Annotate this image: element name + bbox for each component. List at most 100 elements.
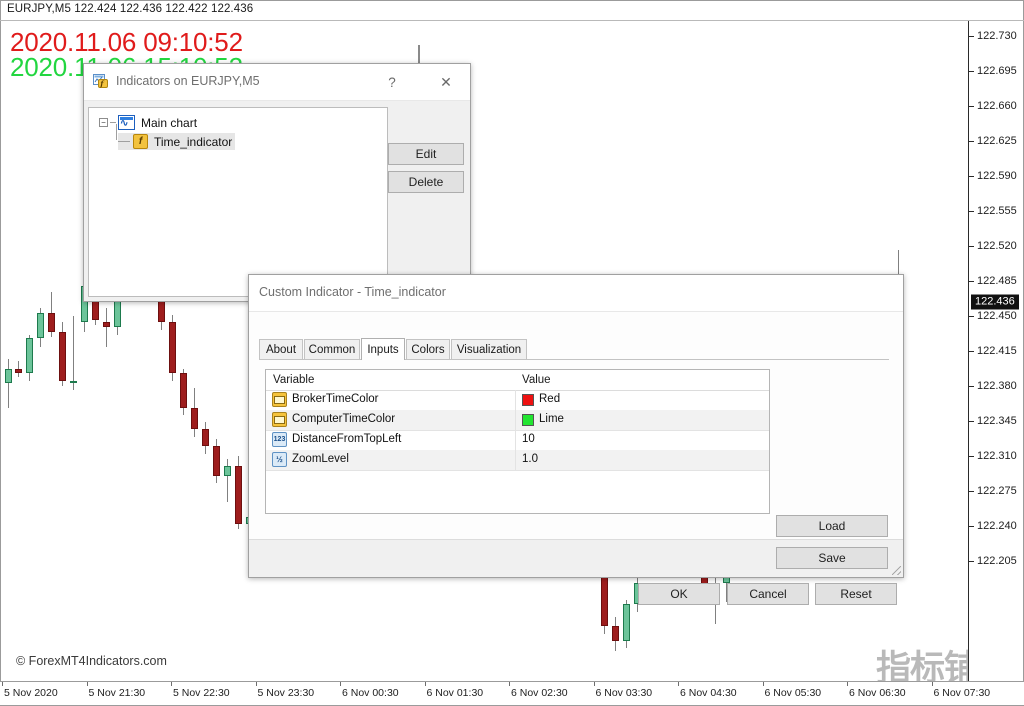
price-axis-label: 122.555: [977, 205, 1017, 217]
indicators-dialog[interactable]: f Indicators on EURJPY,M5 ? ✕ − ∿ Main c…: [83, 63, 471, 302]
candle-wick: [8, 359, 9, 408]
price-axis-label: 122.590: [977, 170, 1017, 182]
int-param-icon: 123: [272, 432, 287, 447]
inputs-grid-row[interactable]: 123 DistanceFromTopLeft 10: [266, 430, 769, 451]
inputs-value[interactable]: Red: [539, 393, 560, 405]
tab-visualization[interactable]: Visualization: [451, 339, 527, 359]
inputs-variable-name: ComputerTimeColor: [292, 413, 395, 425]
time-axis-label: 5 Nov 22:30: [173, 687, 230, 699]
tab-inputs[interactable]: Inputs: [361, 338, 405, 360]
tab-colors[interactable]: Colors: [406, 339, 450, 359]
price-axis-tick: [969, 491, 974, 492]
reset-button[interactable]: Reset: [815, 583, 897, 605]
indicators-dialog-body: − ∿ Main chart f Time_indicator Edit Del…: [84, 101, 470, 301]
price-axis-tick: [969, 456, 974, 457]
price-axis-label: 122.275: [977, 485, 1017, 497]
price-axis-label: 122.240: [977, 520, 1017, 532]
custom-indicator-titlebar[interactable]: Custom Indicator - Time_indicator ? ✕: [249, 275, 903, 312]
time-axis-tick: [678, 682, 679, 686]
color-param-icon: [272, 412, 287, 427]
candlestick: [37, 21, 44, 681]
custom-indicator-icon: f: [133, 134, 148, 149]
price-axis-label: 122.380: [977, 380, 1017, 392]
resize-grip[interactable]: [892, 566, 901, 575]
inputs-variable-name: DistanceFromTopLeft: [292, 433, 401, 445]
color-swatch: [522, 394, 534, 406]
grid-column-divider: [515, 450, 516, 470]
time-axis-tick: [509, 682, 510, 686]
candle-body: [26, 338, 33, 373]
candle-body: [5, 369, 12, 384]
inputs-grid-row[interactable]: BrokerTimeColorRed: [266, 390, 769, 411]
column-header-value: Value: [522, 374, 551, 386]
time-axis-tick: [171, 682, 172, 686]
candle-body: [235, 466, 242, 524]
inputs-value[interactable]: 1.0: [522, 453, 538, 465]
inputs-grid-row[interactable]: ComputerTimeColor Lime: [266, 410, 769, 431]
help-button[interactable]: ?: [370, 64, 414, 100]
candle-body: [601, 575, 608, 626]
color-param-icon: [272, 392, 287, 407]
time-axis-tick: [2, 682, 3, 686]
price-axis-tick: [969, 561, 974, 562]
candle-wick: [73, 316, 74, 390]
time-axis-tick: [932, 682, 933, 686]
price-axis[interactable]: 122.730122.695122.660122.625122.590122.5…: [968, 21, 1023, 681]
candle-body: [169, 322, 176, 373]
price-axis-tick: [969, 246, 974, 247]
load-button[interactable]: Load: [776, 515, 888, 537]
copyright-label: © ForexMT4Indicators.com: [16, 654, 167, 668]
price-axis-label: 122.345: [977, 415, 1017, 427]
price-axis-tick: [969, 176, 974, 177]
tree-node-main-chart-label: Main chart: [141, 116, 197, 130]
time-axis-tick: [340, 682, 341, 686]
time-axis-tick: [87, 682, 88, 686]
cancel-button[interactable]: Cancel: [727, 583, 809, 605]
price-axis-tick: [969, 71, 974, 72]
save-button[interactable]: Save: [776, 547, 888, 569]
time-axis-label: 6 Nov 07:30: [934, 687, 991, 699]
ok-button[interactable]: OK: [638, 583, 720, 605]
inputs-value[interactable]: Lime: [539, 413, 564, 425]
candlestick: [59, 21, 66, 681]
time-axis-label: 6 Nov 05:30: [765, 687, 822, 699]
candle-body: [70, 381, 77, 383]
time-axis-label: 6 Nov 04:30: [680, 687, 737, 699]
tab-common[interactable]: Common: [304, 339, 360, 359]
candlestick: [5, 21, 12, 681]
price-axis-label: 122.415: [977, 345, 1017, 357]
time-axis-tick: [425, 682, 426, 686]
candle-body: [59, 332, 66, 381]
delete-button[interactable]: Delete: [388, 171, 464, 193]
column-header-variable: Variable: [273, 374, 314, 386]
custom-indicator-dialog[interactable]: Custom Indicator - Time_indicator ? ✕ Ab…: [248, 274, 904, 578]
inputs-grid[interactable]: Variable Value BrokerTimeColorRedCompute…: [265, 369, 770, 514]
custom-indicator-body: AboutCommonInputsColorsVisualization Var…: [249, 312, 903, 577]
tree-node-time-indicator-label: Time_indicator: [154, 135, 232, 149]
tree-node-time-indicator[interactable]: f Time_indicator: [118, 133, 235, 150]
tab-about[interactable]: About: [259, 339, 303, 359]
candle-body: [191, 408, 198, 430]
edit-button[interactable]: Edit: [388, 143, 464, 165]
tree-expander-icon[interactable]: −: [99, 118, 108, 127]
inputs-value[interactable]: 10: [522, 433, 535, 445]
price-axis-label: 122.730: [977, 30, 1017, 42]
close-button[interactable]: ✕: [424, 64, 468, 100]
indicators-dialog-title: Indicators on EURJPY,M5: [116, 74, 260, 88]
price-axis-tick: [969, 526, 974, 527]
indicator-tree[interactable]: − ∿ Main chart f Time_indicator: [88, 107, 388, 297]
time-axis-tick: [763, 682, 764, 686]
price-axis-label: 122.310: [977, 450, 1017, 462]
inputs-grid-row[interactable]: ½ZoomLevel1.0: [266, 450, 769, 471]
price-axis-label: 122.205: [977, 555, 1017, 567]
inputs-grid-header: Variable Value: [266, 370, 769, 391]
indicators-dialog-titlebar[interactable]: f Indicators on EURJPY,M5 ? ✕: [84, 64, 470, 101]
price-axis-tick: [969, 36, 974, 37]
time-axis[interactable]: 5 Nov 20205 Nov 21:305 Nov 22:305 Nov 23…: [0, 681, 1024, 705]
tree-node-main-chart[interactable]: − ∿ Main chart: [99, 115, 197, 130]
time-axis-label: 5 Nov 23:30: [258, 687, 315, 699]
candle-body: [48, 313, 55, 332]
price-axis-label: 122.520: [977, 240, 1017, 252]
candlestick: [26, 21, 33, 681]
tab-strip[interactable]: AboutCommonInputsColorsVisualization: [259, 339, 889, 360]
